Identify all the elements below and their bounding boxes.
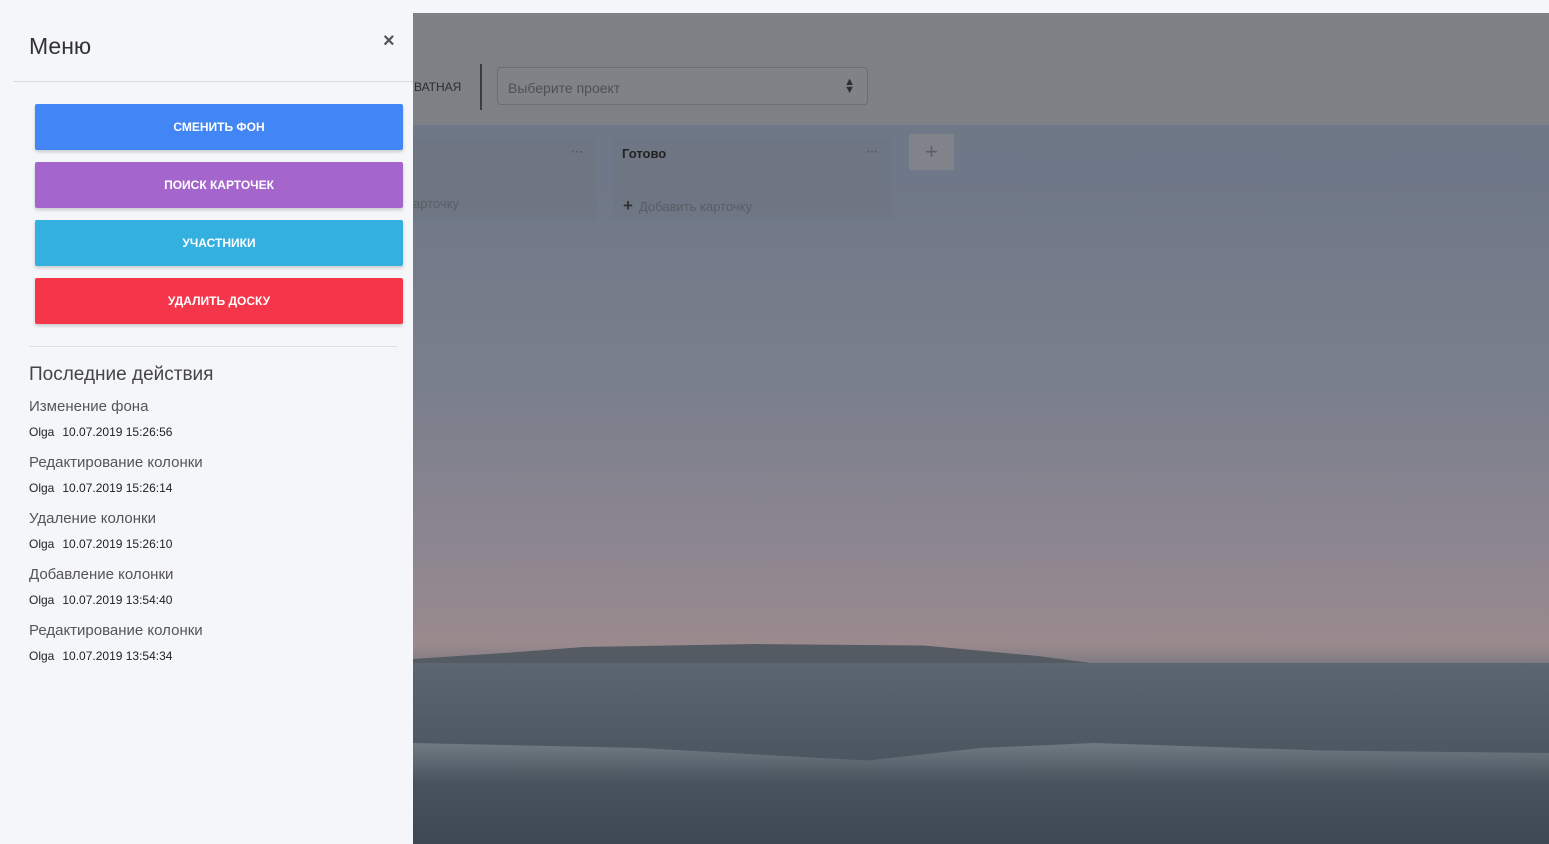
divider [13, 81, 413, 82]
board-privacy-label[interactable]: ВАТНАЯ [414, 80, 461, 94]
activity-item: Редактирование колонки Olga 10.07.2019 15:… [29, 454, 203, 495]
activity-action: Редактирование колонки [29, 622, 203, 639]
select-arrows-icon: ▲ ▼ [844, 76, 855, 96]
activity-item: Удаление колонки Olga 10.07.2019 15:26:10 [29, 510, 180, 551]
activity-item: Изменение фона Olga 10.07.2019 15:26:56 [29, 398, 180, 439]
activity-item: Добавление колонки Olga 10.07.2019 13:54:4… [29, 566, 180, 607]
activity-time: 10.07.2019 13:54:34 [62, 649, 173, 663]
activity-time: 10.07.2019 15:26:14 [62, 481, 173, 495]
column-menu-icon[interactable]: ··· [571, 144, 583, 158]
activity-user: Olga [29, 649, 55, 663]
activity-time: 10.07.2019 15:26:10 [62, 537, 173, 551]
add-card-button[interactable]: + Добавить карточку [623, 196, 752, 216]
background-land [413, 644, 1549, 665]
board-column: Готово ··· + Добавить карточку [613, 138, 892, 220]
close-icon[interactable]: × [383, 30, 395, 53]
activity-user: Olga [29, 593, 55, 607]
activity-action: Добавление колонки [29, 566, 174, 583]
add-column-button[interactable]: + [909, 134, 954, 170]
add-card-label: Добавить карточку [638, 199, 753, 214]
divider [29, 346, 397, 347]
change-background-button[interactable]: СМЕНИТЬ ФОН [35, 104, 403, 150]
activity-user: Olga [29, 481, 55, 495]
menu-title: Меню [29, 33, 92, 59]
activity-action: Удаление колонки [29, 510, 156, 527]
header-divider [480, 64, 482, 110]
members-button[interactable]: УЧАСТНИКИ [35, 220, 403, 266]
delete-board-button[interactable]: УДАЛИТЬ ДОСКУ [35, 278, 403, 324]
activity-item: Редактирование колонки Olga 10.07.2019 13:… [29, 622, 203, 663]
add-card-button[interactable]: арточку [413, 196, 459, 211]
activity-action: Редактирование колонки [29, 454, 203, 471]
column-menu-icon[interactable]: ··· [866, 144, 878, 158]
recent-actions-title: Последние действия [29, 364, 214, 385]
plus-icon: + [623, 196, 633, 215]
activity-action: Изменение фона [29, 398, 149, 415]
project-select-placeholder: Выберите проект [508, 80, 621, 96]
project-select[interactable]: Выберите проект ▲ ▼ [497, 67, 868, 105]
board-column: ··· арточку [405, 138, 597, 220]
activity-user: Olga [29, 537, 55, 551]
activity-user: Olga [29, 425, 55, 439]
column-title[interactable]: Готово [622, 146, 666, 161]
activity-time: 10.07.2019 15:26:56 [62, 425, 173, 439]
activity-time: 10.07.2019 13:54:40 [62, 593, 173, 607]
menu-sidebar: Меню × СМЕНИТЬ ФОН ПОИСК КАРТОЧЕК УЧАСТН… [0, 0, 413, 844]
search-cards-button[interactable]: ПОИСК КАРТОЧЕК [35, 162, 403, 208]
